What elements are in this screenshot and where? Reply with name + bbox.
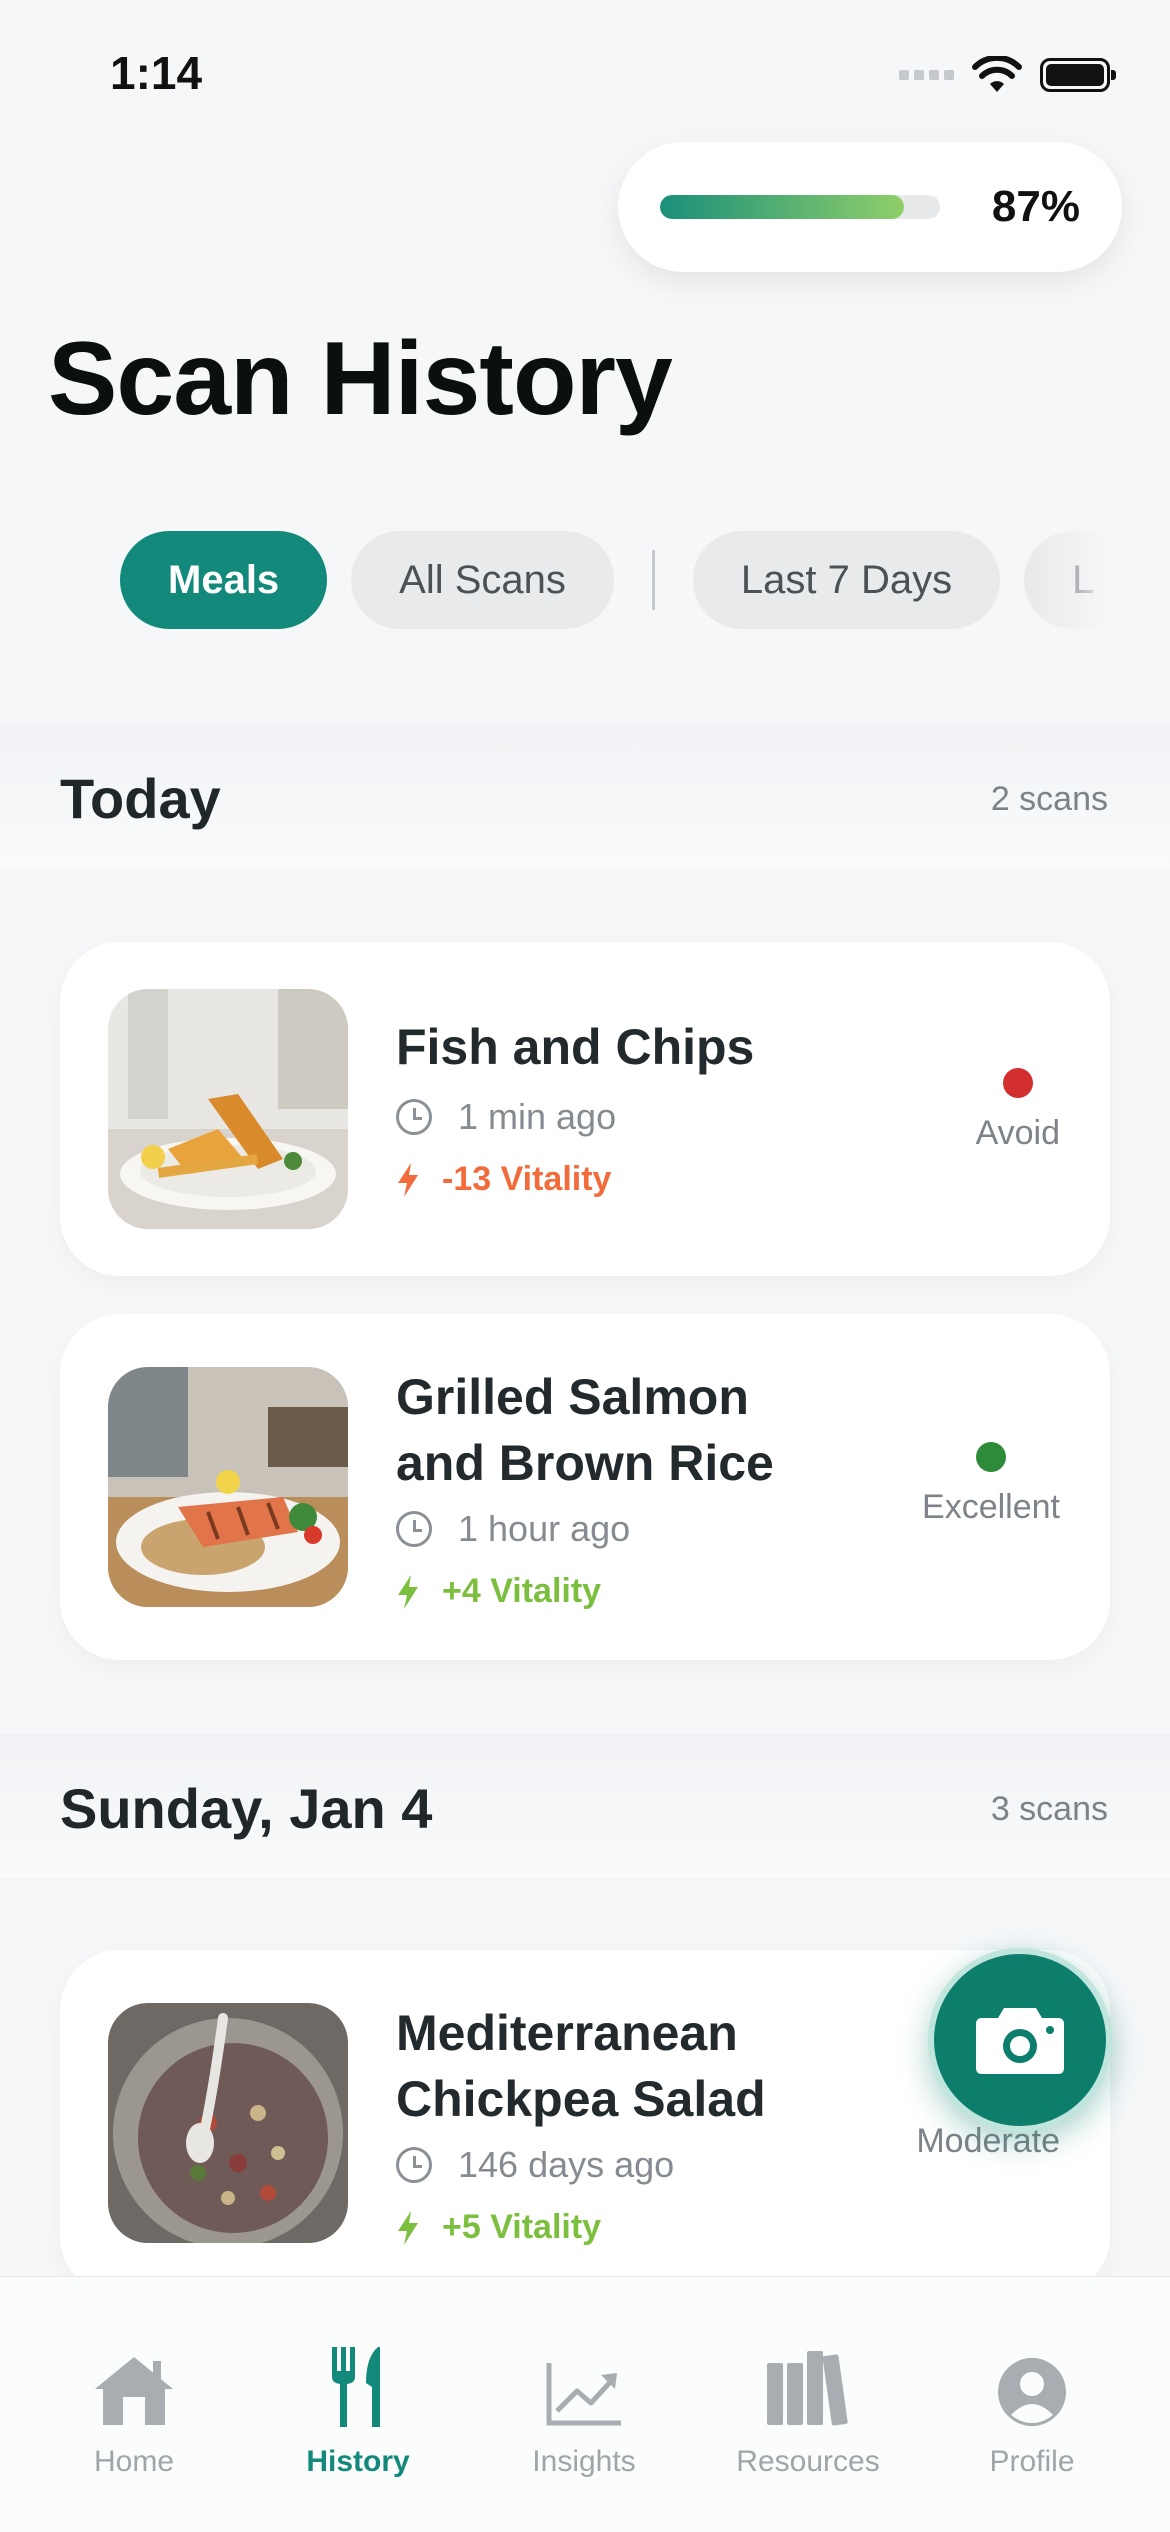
vitality-progress-track: [660, 195, 940, 219]
cellular-signal-icon: [899, 70, 954, 80]
meal-photo: [108, 1367, 348, 1607]
meal-rating: Excellent: [922, 1442, 1060, 1527]
meal-rating: Avoid: [976, 1068, 1060, 1153]
filter-chip-meals[interactable]: Meals: [120, 531, 328, 629]
vitality-value: 87%: [991, 182, 1080, 231]
tab-resources[interactable]: Resources: [708, 2337, 908, 2479]
battery-icon: [1040, 58, 1116, 92]
meal-time-text: 146 days ago: [458, 2144, 675, 2185]
meal-card-grilled-salmon[interactable]: Grilled Salmon and Brown Rice 1 hour ago…: [60, 1314, 1110, 1660]
section-header-sunday-jan-4: Sunday, Jan 4 3 scans: [0, 1734, 1170, 1878]
meal-time-text: 1 min ago: [458, 1096, 617, 1137]
lightning-icon: [398, 1574, 418, 1609]
page-title: Scan History: [48, 321, 673, 437]
meal-photo: [108, 2003, 348, 2243]
books-icon: [767, 2351, 848, 2426]
meal-time: 1 hour ago: [396, 1508, 630, 1550]
lightning-icon: [398, 1162, 418, 1197]
section-title: Sunday, Jan 4: [60, 1777, 433, 1840]
clock-icon: [396, 1099, 432, 1135]
filter-chip-all-scans[interactable]: All Scans: [351, 531, 614, 629]
tab-label: History: [306, 2445, 410, 2478]
lightning-icon: [398, 2210, 418, 2245]
meal-time: 146 days ago: [396, 2144, 674, 2186]
status-time: 1:14: [110, 47, 203, 99]
meal-time: 1 min ago: [396, 1096, 616, 1138]
meal-vitality: +5 Vitality: [396, 2208, 601, 2247]
rating-label: Excellent: [922, 1488, 1060, 1526]
tab-bar: Home History Insights Resources Profile: [0, 2276, 1170, 2532]
meal-name: Mediterranean Chickpea Salad: [396, 2005, 766, 2127]
house-icon: [95, 2357, 173, 2425]
clock-icon: [396, 2147, 432, 2183]
tab-label: Insights: [532, 2445, 636, 2478]
tab-history[interactable]: History: [258, 2337, 458, 2479]
rating-dot: [976, 1442, 1007, 1472]
meal-vitality-text: +5 Vitality: [442, 2208, 602, 2246]
clock-icon: [396, 1511, 432, 1547]
chart-icon: [546, 2363, 621, 2426]
tab-label: Profile: [989, 2445, 1075, 2478]
filter-chips: Meals All Scans Last 7 Days L: [120, 530, 1110, 630]
filter-fade: [1030, 530, 1110, 630]
vitality-meter[interactable]: 87%: [618, 142, 1122, 272]
meal-vitality-text: -13 Vitality: [442, 1160, 612, 1198]
status-icons: [899, 56, 1116, 94]
vitality-progress-fill: [660, 195, 904, 219]
fork-knife-icon: [332, 2347, 380, 2427]
rating-dot: [1002, 1068, 1033, 1098]
meal-name: Grilled Salmon and Brown Rice: [396, 1369, 774, 1491]
camera-icon: [976, 2008, 1064, 2074]
person-icon: [998, 2358, 1066, 2426]
tab-label: Resources: [736, 2445, 880, 2478]
section-header-today: Today 2 scans: [0, 724, 1170, 868]
meal-vitality: -13 Vitality: [396, 1160, 611, 1199]
meal-card-fish-and-chips[interactable]: Fish and Chips 1 min ago -13 Vitality Av…: [60, 942, 1110, 1276]
tab-profile[interactable]: Profile: [932, 2337, 1132, 2479]
filter-divider: [651, 550, 655, 610]
scan-camera-button[interactable]: [928, 1948, 1112, 2132]
tab-home[interactable]: Home: [34, 2337, 234, 2479]
tab-label: Home: [93, 2445, 175, 2478]
meal-time-text: 1 hour ago: [458, 1508, 631, 1549]
meal-photo: [108, 989, 348, 1229]
section-count: 3 scans: [990, 1790, 1108, 1828]
tab-insights[interactable]: Insights: [484, 2337, 684, 2479]
rating-label: Avoid: [975, 1114, 1060, 1152]
wifi-icon: [972, 56, 1022, 92]
meal-name: Fish and Chips: [396, 1019, 755, 1075]
status-bar: 1:14: [0, 0, 1170, 150]
section-title: Today: [60, 767, 221, 830]
section-count: 2 scans: [990, 780, 1108, 818]
filter-chip-last-7-days[interactable]: Last 7 Days: [692, 531, 1001, 629]
meal-vitality-text: +4 Vitality: [442, 1572, 602, 1610]
meal-vitality: +4 Vitality: [396, 1572, 601, 1611]
